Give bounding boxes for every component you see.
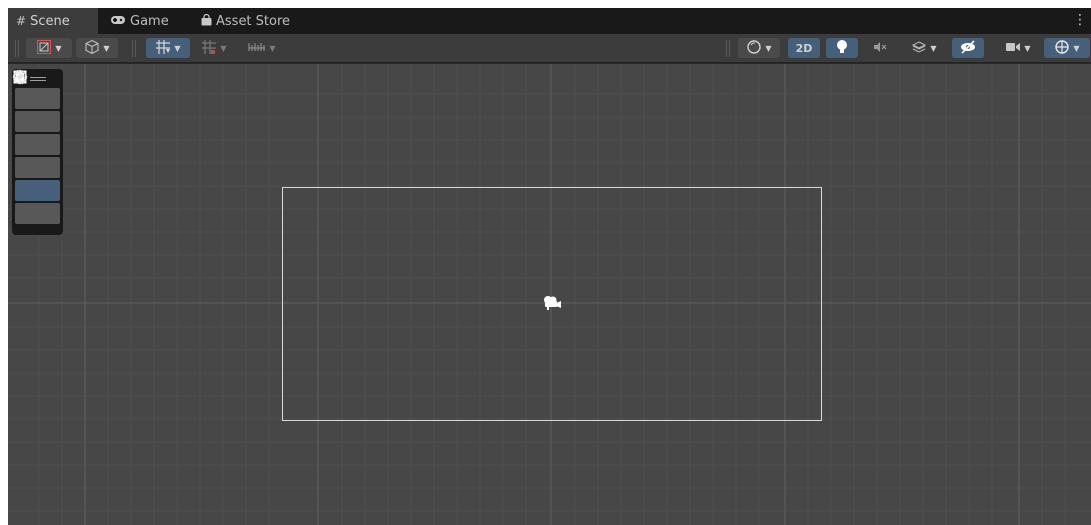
- ruler-icon: [248, 41, 266, 56]
- sphere-icon: [746, 39, 762, 58]
- camera-gizmo-icon[interactable]: [541, 294, 563, 310]
- scene-view-window: # Scene Game Asset Store ⋮ ▼ ▼ ▼ ▼ ▼ ▼ 2…: [8, 8, 1091, 525]
- grid-snap-icon: [155, 39, 171, 58]
- scale-tool[interactable]: [13, 70, 60, 178]
- tab-game[interactable]: Game: [102, 8, 182, 34]
- toolbar-grip[interactable]: [132, 40, 136, 57]
- chevron-down-icon: ▼: [220, 43, 227, 53]
- audio-muted-icon: [872, 40, 888, 57]
- light-bulb-icon: [836, 39, 848, 58]
- eye-hidden-icon: [959, 39, 977, 57]
- toolbar-grip[interactable]: [15, 40, 19, 57]
- tab-bar: # Scene Game Asset Store ⋮: [8, 8, 1091, 34]
- increment-snap-icon: [201, 39, 217, 58]
- effects-dropdown[interactable]: ▼: [902, 38, 946, 58]
- lighting-toggle[interactable]: [826, 38, 858, 58]
- mode-2d-toggle[interactable]: 2D: [788, 38, 820, 58]
- audio-toggle[interactable]: [864, 38, 896, 58]
- increment-snapping-dropdown[interactable]: ▼: [194, 38, 234, 58]
- chevron-down-icon: ▼: [103, 43, 110, 53]
- ruler-snapping-dropdown[interactable]: ▼: [240, 38, 284, 58]
- move-tool[interactable]: [12, 69, 60, 132]
- chevron-down-icon: ▼: [174, 43, 181, 53]
- gizmo-icon: [1054, 39, 1070, 58]
- shading-mode-dropdown[interactable]: ▼: [76, 38, 118, 58]
- chevron-down-icon: ▼: [1073, 43, 1080, 53]
- scene-visibility-toggle[interactable]: [952, 38, 984, 58]
- rect-tool[interactable]: [13, 70, 60, 201]
- scene-toolbar: ▼ ▼ ▼ ▼ ▼ ▼ 2D ▼ ▼ ▼: [8, 34, 1091, 63]
- chevron-down-icon: ▼: [269, 43, 276, 53]
- tab-scene-label: Scene: [30, 13, 70, 29]
- chevron-down-icon: ▼: [930, 43, 937, 53]
- hand-tool[interactable]: [13, 70, 60, 109]
- tab-game-label: Game: [130, 13, 169, 29]
- effects-layers-icon: [911, 40, 927, 57]
- chevron-down-icon: ▼: [765, 43, 772, 53]
- video-camera-icon: [1005, 41, 1021, 56]
- mode-2d-label: 2D: [795, 41, 813, 55]
- draw-mode-icon: [36, 39, 52, 58]
- transform-tool[interactable]: [13, 70, 60, 224]
- gamepad-icon: [110, 14, 126, 28]
- more-options-icon[interactable]: ⋮: [1073, 12, 1087, 28]
- render-mode-dropdown[interactable]: ▼: [738, 38, 780, 58]
- grid-hash-icon: #: [16, 14, 27, 28]
- scene-viewport[interactable]: [8, 64, 1091, 525]
- gizmos-dropdown[interactable]: ▼: [1044, 38, 1090, 58]
- draw-mode-dropdown[interactable]: ▼: [26, 38, 72, 58]
- toolbar-grip[interactable]: [726, 40, 730, 57]
- tools-overlay: [12, 69, 63, 235]
- tab-scene[interactable]: # Scene: [8, 8, 98, 34]
- tab-asset-store-label: Asset Store: [216, 13, 291, 29]
- tab-asset-store[interactable]: Asset Store: [193, 8, 303, 34]
- scene-camera-dropdown[interactable]: ▼: [996, 38, 1040, 58]
- rotate-tool[interactable]: [14, 69, 60, 155]
- chevron-down-icon: ▼: [1024, 43, 1031, 53]
- grid-snapping-toggle[interactable]: ▼: [146, 38, 190, 58]
- shopping-bag-icon: [201, 13, 212, 29]
- cube-icon: [84, 39, 100, 58]
- chevron-down-icon: ▼: [55, 43, 62, 53]
